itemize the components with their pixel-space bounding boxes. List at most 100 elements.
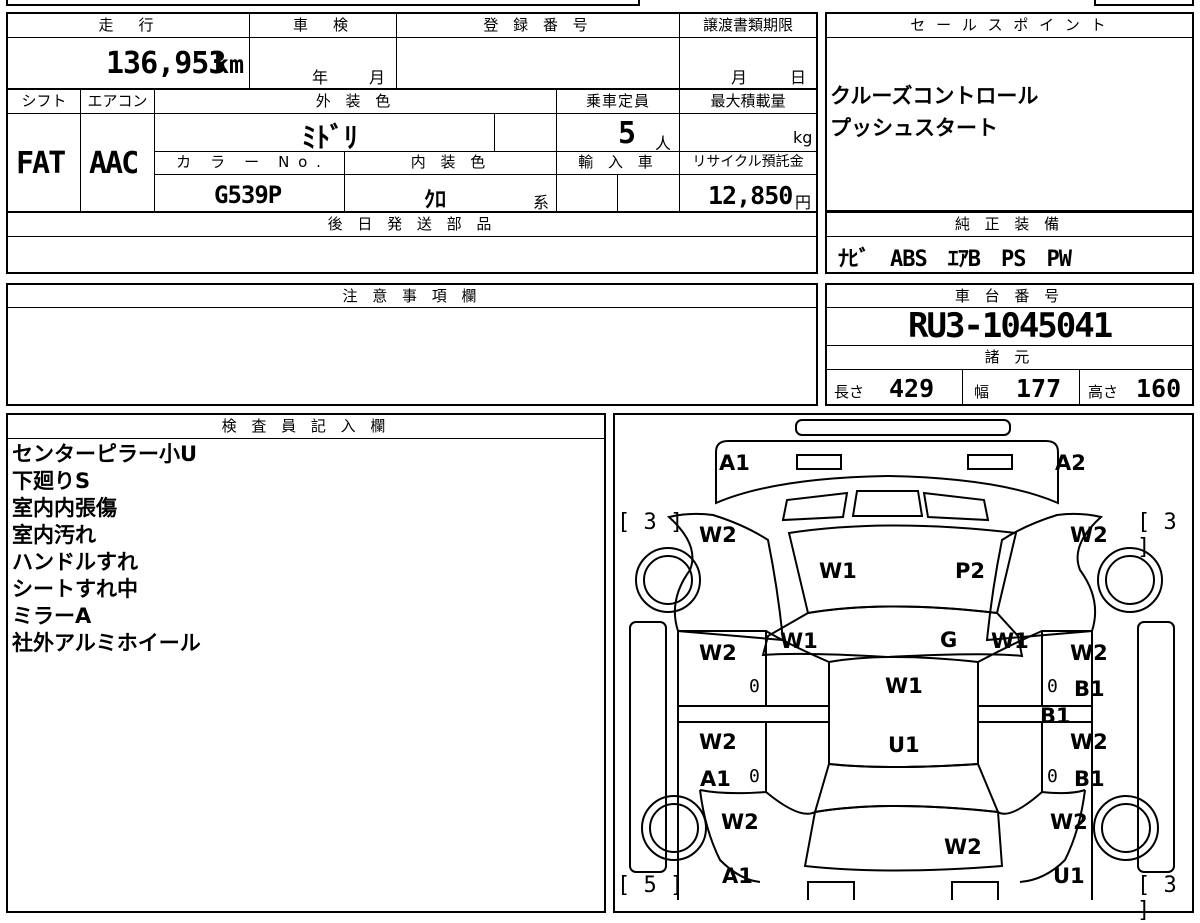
- right-rocker: [977, 705, 1092, 723]
- damage-pillar-left: W1: [780, 629, 818, 653]
- damage-rocker-right: B1: [1040, 704, 1071, 728]
- inspector-note: 室内内張傷: [12, 496, 117, 520]
- damage-door-rr-b: B1: [1074, 767, 1105, 791]
- inspection-month-unit: 月: [369, 68, 386, 87]
- damage-door-rl-a: A1: [700, 767, 731, 791]
- width-label: 幅: [974, 383, 990, 401]
- headlight-left: [796, 454, 842, 470]
- max-load-header: 最大積載量: [710, 92, 786, 110]
- sales-point-line-2: プッシュスタート: [830, 116, 998, 140]
- deadline-month-unit: 月: [731, 68, 748, 87]
- exterior-color-value: ﾐﾄﾞﾘ: [302, 121, 359, 154]
- chassis-header: 車 台 番 号: [954, 287, 1065, 305]
- grille-center: [851, 490, 924, 517]
- front-left-rim: [643, 555, 693, 605]
- inspector-note: ハンドルすれ: [12, 550, 138, 574]
- top-cutoff-box-right: [1094, 0, 1194, 6]
- capacity-header: 乗車定員: [585, 92, 650, 110]
- door-rr-mark: 0: [1047, 766, 1058, 787]
- recycle-fee-unit: 円: [795, 193, 812, 212]
- aircon-value: AAC: [89, 146, 139, 181]
- inspector-header: 検 査 員 記 入 欄: [221, 417, 391, 435]
- damage-front-right: A2: [1055, 451, 1086, 475]
- recycle-fee-header: リサイクル預託金: [692, 154, 804, 170]
- damage-door-fr-b: B1: [1074, 677, 1105, 701]
- damage-rear-right: U1: [1053, 864, 1085, 888]
- damage-trunk: W2: [944, 835, 982, 859]
- import-header: 輸 入 車: [578, 153, 658, 171]
- inspection-header: 車 検: [292, 16, 353, 34]
- capacity-value: 5: [618, 116, 637, 151]
- headlight-right: [967, 454, 1013, 470]
- left-rocker: [678, 705, 830, 723]
- notes-header: 注 意 事 項 欄: [342, 287, 482, 305]
- interior-color-value: ｸﾛ: [424, 188, 447, 213]
- damage-windshield: G: [940, 628, 958, 652]
- tire-front-left-bracket: [ 3 ]: [617, 510, 684, 535]
- front-bumper-shape: [795, 419, 1011, 436]
- damage-quarter-rr: W2: [1050, 810, 1088, 834]
- rear-right-rim: [1101, 803, 1151, 853]
- capacity-unit: 人: [655, 134, 672, 153]
- mileage-header: 走 行: [98, 16, 159, 34]
- genuine-equipment-header: 純 正 装 備: [954, 215, 1065, 233]
- mileage-unit: km: [214, 50, 245, 79]
- front-body-shape: [715, 440, 1059, 505]
- shift-value: FAT: [16, 146, 66, 181]
- genuine-equipment-value: ﾅﾋﾞ ABS ｴｱB PS PW: [838, 247, 1072, 272]
- rear-right-tire: [1093, 795, 1159, 861]
- right-side-bar: [1137, 621, 1175, 873]
- table-rule: [617, 174, 618, 212]
- table-rule: [6, 113, 818, 114]
- damage-door-fl: W2: [699, 641, 737, 665]
- damage-door-rr: W2: [1070, 730, 1108, 754]
- max-load-unit: kg: [793, 128, 813, 147]
- inspector-note: 下廻りS: [12, 469, 91, 493]
- box-rule: [825, 236, 1194, 237]
- damage-pillar-right: W1: [991, 629, 1029, 653]
- box-rule: [6, 438, 606, 439]
- front-left-tire: [635, 547, 701, 613]
- front-right-rim: [1105, 555, 1155, 605]
- tire-rear-right-bracket: [ 3 ]: [1137, 873, 1177, 923]
- rear-bumper-right: [951, 881, 999, 900]
- table-rule: [6, 211, 818, 213]
- damage-hood-right: P2: [955, 559, 986, 583]
- transfer-deadline-header: 譲渡書類期限: [702, 16, 793, 34]
- damage-roof-top: W1: [885, 674, 923, 698]
- box-rule: [825, 369, 1194, 370]
- width-value: 177: [1016, 374, 1062, 403]
- rear-left-rim: [649, 803, 699, 853]
- damage-front-left: A1: [719, 451, 750, 475]
- registration-number-header: 登 録 番 号: [483, 16, 593, 34]
- height-label: 高さ: [1088, 383, 1119, 401]
- shift-header: シフト: [21, 92, 67, 110]
- grille-right: [922, 491, 990, 522]
- top-cutoff-row: [6, 0, 640, 6]
- table-rule: [494, 113, 495, 151]
- table-rule: [6, 236, 818, 237]
- tire-rear-left-bracket: [ 5 ]: [617, 873, 684, 898]
- box-rule: [962, 369, 963, 406]
- height-value: 160: [1136, 374, 1182, 403]
- damage-quarter-rl: W2: [721, 810, 759, 834]
- damage-rear-left: A1: [722, 864, 753, 888]
- inspector-note: ミラーA: [12, 604, 92, 628]
- table-rule: [6, 37, 818, 38]
- inspection-year-unit: 年: [312, 68, 329, 87]
- door-fr-mark: 0: [1047, 676, 1058, 697]
- color-no-value: G539P: [214, 181, 282, 209]
- interior-color-header: 内 装 色: [410, 153, 491, 171]
- damage-door-rl: W2: [699, 730, 737, 754]
- deadline-day-unit: 日: [790, 68, 807, 87]
- inspector-note: シートすれ中: [12, 577, 138, 601]
- spec-header: 諸 元: [984, 348, 1035, 366]
- box-rule: [1079, 369, 1080, 406]
- chassis-number: RU3-1045041: [908, 306, 1113, 346]
- interior-color-suffix: 系: [533, 193, 550, 212]
- length-value: 429: [889, 374, 935, 403]
- damage-roof-center: U1: [888, 733, 920, 757]
- door-fl-mark: 0: [749, 676, 760, 697]
- inspector-note: 社外アルミホイール: [12, 631, 201, 655]
- inspector-note: センターピラー小U: [12, 442, 198, 466]
